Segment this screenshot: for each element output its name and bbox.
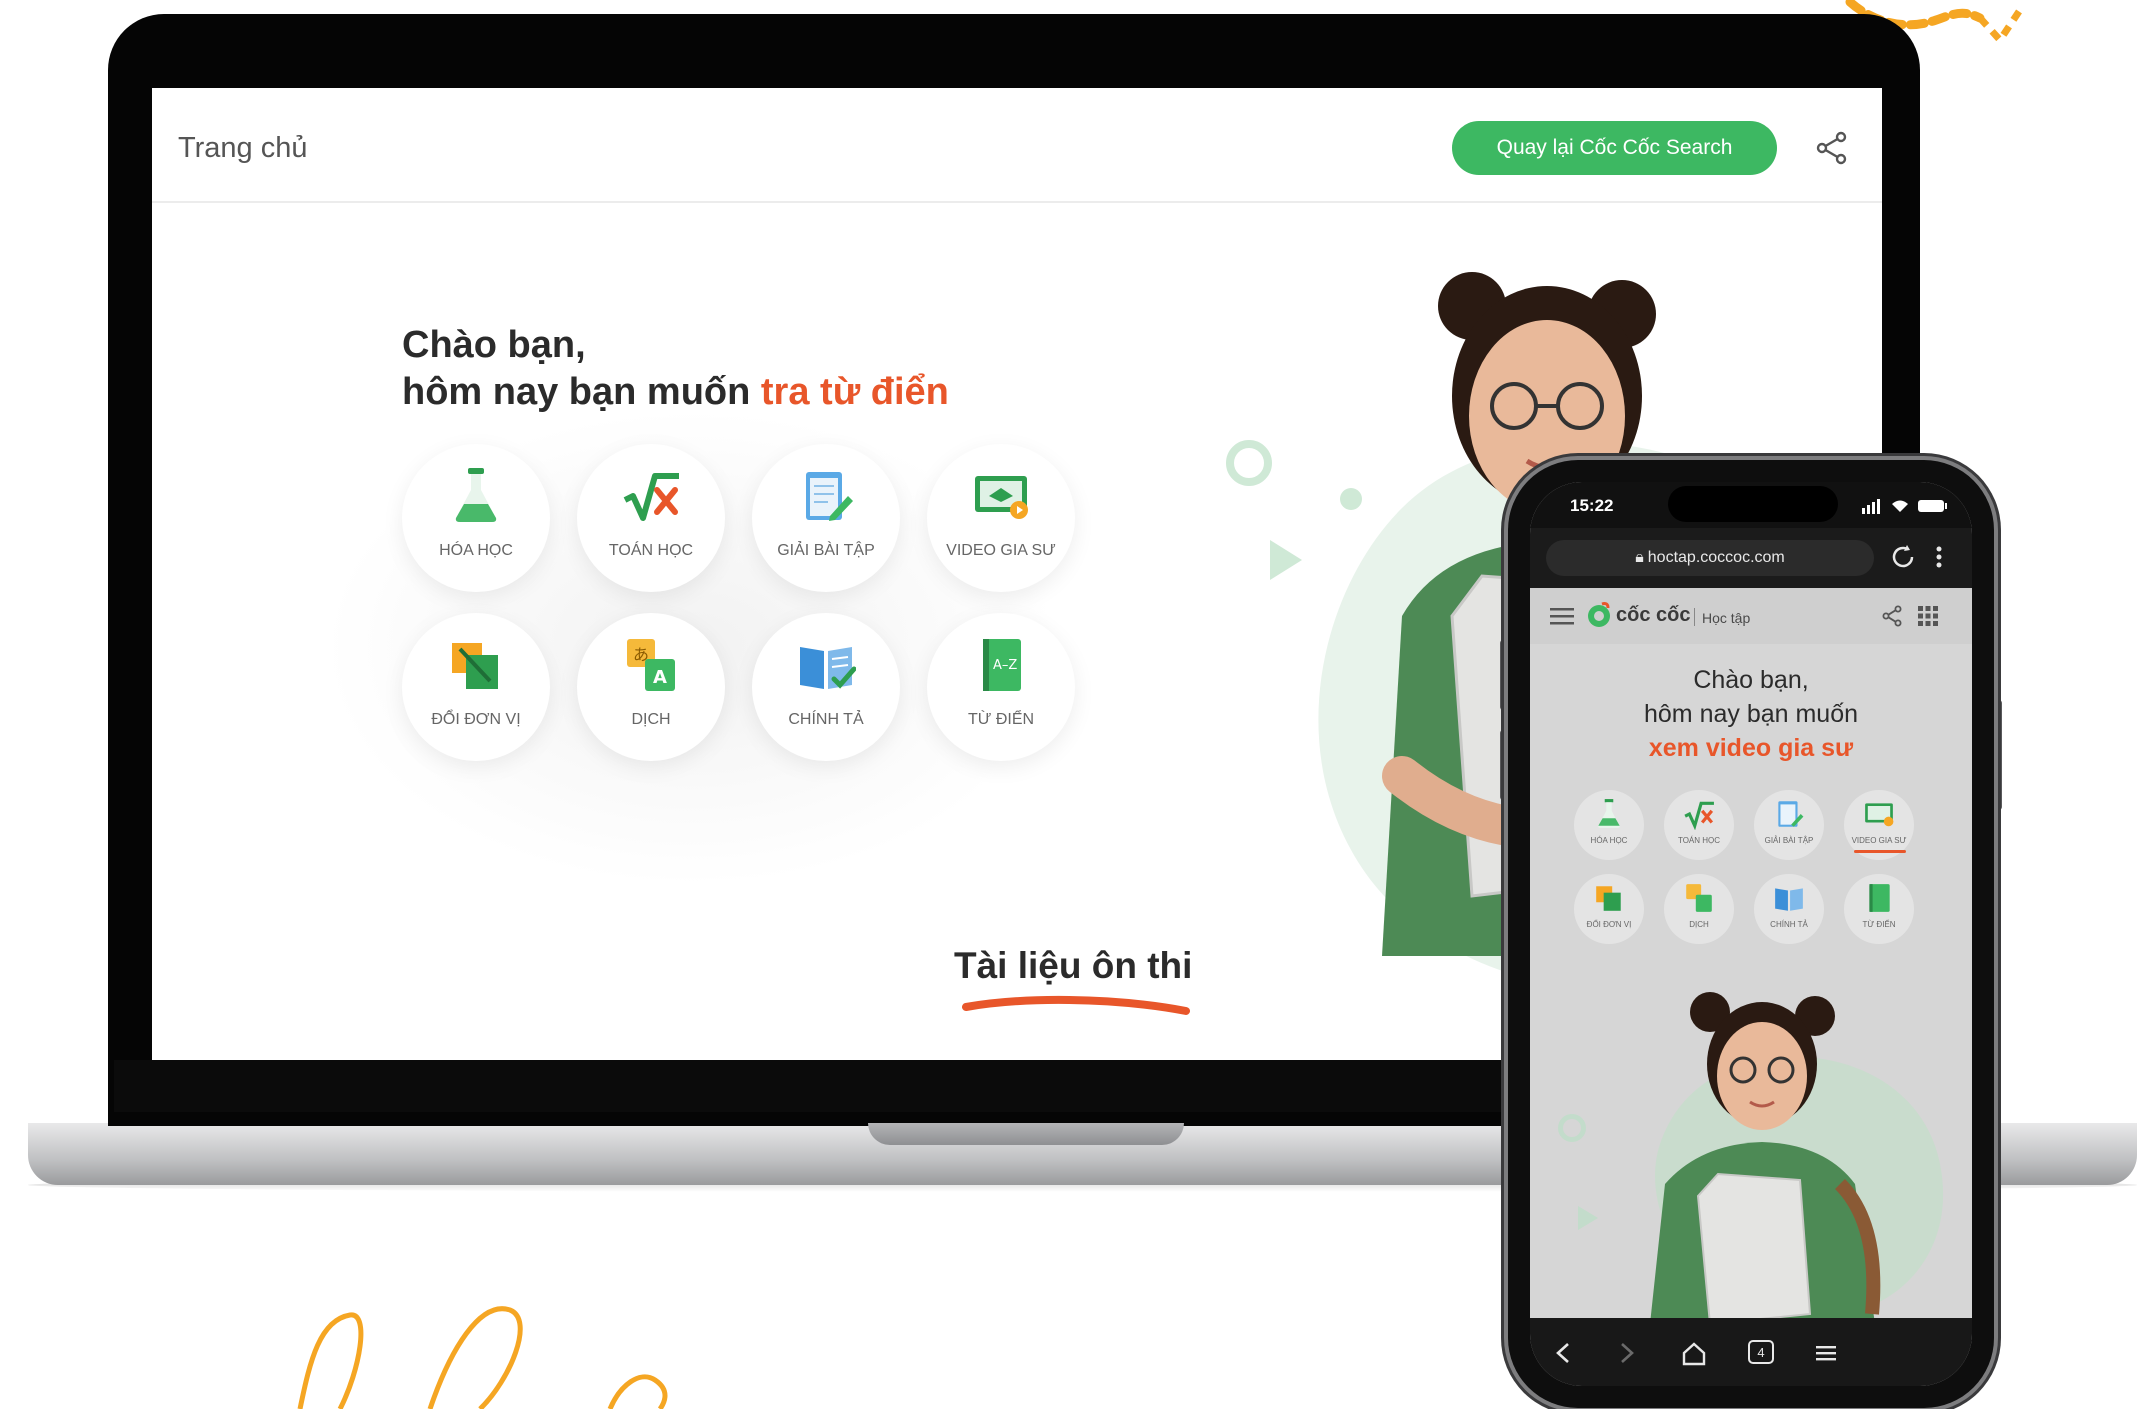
category-label: HÓA HỌC — [439, 542, 513, 559]
category-label: CHÍNH TẢ — [788, 711, 864, 728]
url-field[interactable]: 🔒︎ hoctap.coccoc.com — [1546, 540, 1874, 576]
share-icon[interactable] — [1880, 604, 1904, 628]
category-tu-dien[interactable]: TỪ ĐIỂN — [1844, 874, 1914, 944]
dictionary-icon: A–Z — [983, 639, 1021, 691]
translate-icon — [1686, 884, 1712, 912]
video-tutor-icon — [975, 476, 1028, 519]
spelling-book-icon — [1775, 888, 1803, 911]
student-illustration — [1650, 992, 1881, 1324]
decorative-triangle — [1578, 1206, 1598, 1230]
apps-grid-icon[interactable] — [1918, 606, 1938, 626]
phone-frame: 15:22 🔒︎ hoctap.coccoc.com cốc cốc Học t… — [1508, 460, 1994, 1408]
flask-icon — [455, 468, 497, 522]
page-title: Trang chủ — [178, 132, 308, 164]
category-label: VIDEO GIA SƯ — [946, 542, 1056, 559]
lock-icon: 🔒︎ — [1635, 549, 1644, 566]
math-sqrt-icon — [623, 473, 679, 521]
category-chinh-ta[interactable]: CHÍNH TẢ — [1754, 874, 1824, 944]
dynamic-island — [1668, 486, 1838, 522]
laptop-hinge-notch — [868, 1123, 1184, 1145]
category-label: TOÁN HỌC — [608, 542, 694, 559]
phone-screen: 15:22 🔒︎ hoctap.coccoc.com cốc cốc Học t… — [1530, 482, 1972, 1386]
tabs-count-button[interactable]: 4 — [1748, 1340, 1774, 1364]
more-menu-icon[interactable] — [1928, 542, 1950, 572]
category-label: VIDEO GIA SƯ — [1851, 836, 1907, 845]
category-toan-hoc[interactable]: TOÁN HỌC — [577, 444, 725, 592]
category-video-gia-su[interactable]: VIDEO GIA SƯ — [1844, 790, 1914, 860]
video-tutor-icon — [1865, 803, 1894, 827]
greeting-highlight: xem video gia sư — [1648, 734, 1854, 762]
category-label: GIẢI BÀI TẬP — [777, 542, 875, 559]
section-title: Tài liệu ôn thi — [954, 945, 1193, 986]
greeting-prefix: hôm nay bạn muốn — [402, 371, 761, 413]
brand-subtitle: Học tập — [1702, 610, 1751, 626]
dictionary-icon — [1869, 884, 1890, 912]
hamburger-menu-icon[interactable] — [1550, 606, 1574, 626]
brush-underline — [962, 995, 1190, 1015]
phone-page-body: Chào bạn, hôm nay bạn muốn xem video gia… — [1530, 644, 1972, 1324]
url-text: hoctap.coccoc.com — [1647, 549, 1785, 566]
category-giai-bai-tap[interactable]: GIẢI BÀI TẬP — [752, 444, 900, 592]
notepad-pencil-icon — [1778, 801, 1804, 827]
brand-name[interactable]: cốc cốc — [1616, 604, 1690, 627]
flask-icon — [1598, 799, 1620, 828]
back-arrow-icon[interactable] — [1550, 1340, 1578, 1366]
signal-wifi-battery-icon — [1862, 499, 1947, 514]
status-time: 15:22 — [1570, 496, 1614, 515]
spelling-book-icon — [800, 647, 856, 689]
ruler-convert-icon — [1596, 886, 1621, 911]
greeting-line-1: Chào bạn, — [402, 324, 586, 366]
home-icon[interactable] — [1680, 1340, 1708, 1366]
phone-volume-down — [1500, 730, 1506, 800]
category-toan-hoc[interactable]: TOÁN HỌC — [1664, 790, 1734, 860]
brand-separator — [1694, 608, 1695, 626]
category-label: TỪ ĐIỂN — [967, 711, 1035, 728]
category-dich[interactable]: DỊCH — [1664, 874, 1734, 944]
category-video-gia-su[interactable]: VIDEO GIA SƯ — [927, 444, 1075, 592]
decorative-scribble-bottom — [297, 1306, 668, 1409]
greeting-line-2: hôm nay bạn muốn — [1643, 700, 1859, 728]
reload-icon[interactable] — [1888, 542, 1918, 572]
site-header: cốc cốc Học tập — [1530, 588, 1972, 645]
svg-text:A–Z: A–Z — [993, 658, 1017, 673]
phone-power-button — [1996, 700, 2002, 810]
category-chinh-ta[interactable]: CHÍNH TẢ — [752, 613, 900, 761]
category-doi-don-vi[interactable]: ĐỔI ĐƠN VỊ — [1574, 874, 1644, 944]
back-to-search-button[interactable]: Quay lại Cốc Cốc Search — [1452, 121, 1777, 175]
category-tu-dien[interactable]: A–Z TỪ ĐIỂN — [927, 613, 1075, 761]
category-hoa-hoc[interactable]: HÓA HỌC — [1574, 790, 1644, 860]
forward-arrow-icon[interactable] — [1612, 1340, 1640, 1366]
svg-text:A: A — [653, 667, 667, 688]
greeting-line-1: Chào bạn, — [1693, 666, 1809, 694]
category-hoa-hoc[interactable]: HÓA HỌC — [402, 444, 550, 592]
notepad-pencil-icon — [806, 472, 853, 521]
phone-volume-up — [1500, 640, 1506, 710]
category-label: TỪ ĐIỂN — [1862, 920, 1896, 929]
site-topbar: Trang chủ Quay lại Cốc Cốc Search — [152, 88, 1882, 203]
decorative-ring — [1226, 440, 1272, 486]
category-label: DỊCH — [631, 711, 671, 728]
translate-icon: あ A — [627, 639, 675, 691]
category-dich[interactable]: あ A DỊCH — [577, 613, 725, 761]
browser-bottom-nav: 4 — [1530, 1318, 1972, 1386]
math-sqrt-icon — [1684, 801, 1714, 830]
greeting-highlight: tra từ điển — [760, 371, 949, 413]
coccoc-logo-icon — [1588, 602, 1610, 627]
share-icon[interactable] — [1812, 128, 1852, 168]
browser-url-bar: 🔒︎ hoctap.coccoc.com — [1530, 528, 1972, 588]
active-category-underline — [1854, 850, 1906, 853]
category-doi-don-vi[interactable]: ĐỔI ĐƠN VỊ — [402, 613, 550, 761]
status-bar: 15:22 — [1530, 482, 1972, 528]
ruler-convert-icon — [452, 643, 498, 689]
category-giai-bai-tap[interactable]: GIẢI BÀI TẬP — [1754, 790, 1824, 860]
decorative-ring — [1558, 1114, 1586, 1142]
menu-lines-icon[interactable] — [1812, 1340, 1840, 1366]
category-label: ĐỔI ĐƠN VỊ — [431, 711, 521, 728]
